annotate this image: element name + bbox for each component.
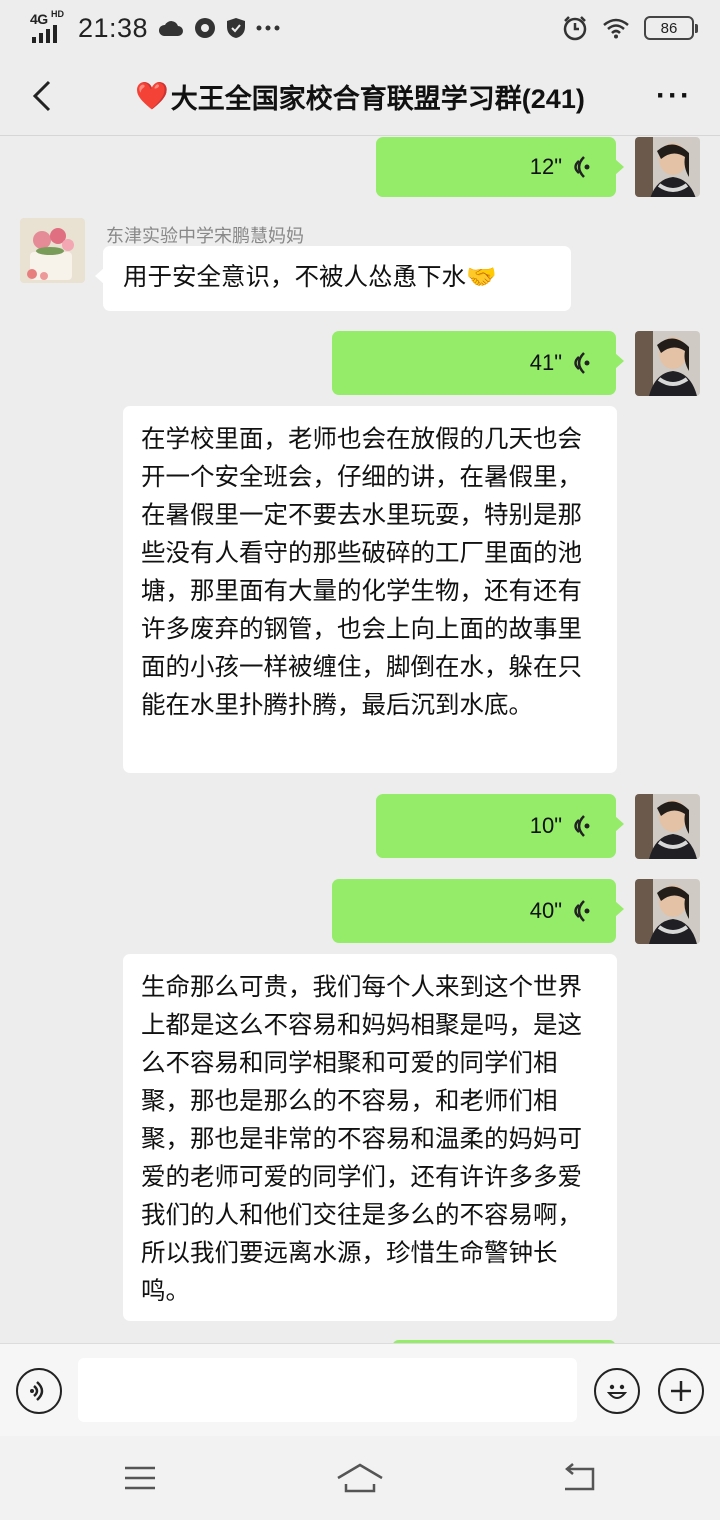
emoji-button[interactable] xyxy=(594,1368,640,1414)
text-message-bubble[interactable]: 用于安全意识，不被人怂恿下水🤝 xyxy=(95,246,571,311)
recent-apps-button[interactable] xyxy=(116,1456,164,1500)
more-functions-button[interactable] xyxy=(658,1368,704,1414)
back-button[interactable] xyxy=(18,72,66,120)
heart-emoji: ❤️ xyxy=(135,81,169,111)
chevron-left-icon xyxy=(32,80,51,112)
voice-duration: 40" xyxy=(529,898,562,923)
voice-input-icon xyxy=(30,1381,44,1401)
back-icon xyxy=(565,1463,595,1491)
home-icon xyxy=(337,1463,383,1493)
message-list[interactable]: 12" 东津实验中学宋鹏慧妈妈 用于安全意识，不被人怂恿下水🤝 41" 在学校里… xyxy=(0,137,720,1343)
message-text: 用于安全意识，不被人怂恿下水 xyxy=(123,264,466,291)
battery-indicator: 86 xyxy=(644,16,698,40)
chat-title-text: 大王全国家校合育联盟学习群(241) xyxy=(170,83,585,114)
network-hd: HD xyxy=(51,9,64,19)
self-avatar[interactable] xyxy=(635,879,700,944)
chat-title: ❤️ 大王全国家校合育联盟学习群(241) xyxy=(90,56,630,136)
input-bar xyxy=(0,1343,720,1436)
voice-duration: 12" xyxy=(529,154,562,179)
voice-wave-icon xyxy=(574,156,590,178)
menu-icon xyxy=(125,1466,155,1490)
voice-wave-icon xyxy=(574,900,590,922)
self-avatar[interactable] xyxy=(635,794,700,859)
message-text: 在学校里面，老师也会在放假的几天也会开一个安全班会，仔细的讲，在暑假里，在暑假里… xyxy=(141,426,582,719)
voice-message-bubble[interactable]: 10" xyxy=(376,794,624,858)
voice-wave-icon xyxy=(574,815,590,837)
sender-name: 东津实验中学宋鹏慧妈妈 xyxy=(106,226,304,246)
sender-avatar[interactable] xyxy=(20,218,85,283)
vpn-icon xyxy=(195,18,216,38)
text-message-bubble[interactable]: 在学校里面，老师也会在放假的几天也会开一个安全班会，仔细的讲，在暑假里，在暑假里… xyxy=(123,406,617,773)
self-avatar[interactable] xyxy=(635,137,700,197)
status-bar: 4G HD 21:38 86 xyxy=(0,0,720,56)
voice-duration: 10" xyxy=(529,813,562,838)
chat-header: ❤️ 大王全国家校合育联盟学习群(241) ··· xyxy=(0,56,720,136)
alarm-icon xyxy=(563,16,587,41)
plus-icon xyxy=(671,1381,691,1401)
message-text: 生命那么可贵，我们每个人来到这个世界上都是这么不容易和妈妈相聚是吗，是这么不容易… xyxy=(141,974,582,1305)
wifi-icon xyxy=(603,18,629,39)
text-message-bubble[interactable]: 生命那么可贵，我们每个人来到这个世界上都是这么不容易和妈妈相聚是吗，是这么不容易… xyxy=(123,954,617,1321)
signal-icon: 4G HD xyxy=(30,9,68,43)
handshake-emoji: 🤝 xyxy=(466,264,497,291)
system-nav-bar xyxy=(0,1436,720,1520)
emoji-icon xyxy=(606,1384,628,1399)
clock: 21:38 xyxy=(78,12,149,43)
cloud-icon xyxy=(159,21,184,36)
voice-message-bubble[interactable]: 41" xyxy=(332,331,624,395)
battery-level: 86 xyxy=(660,19,678,37)
voice-message-bubble[interactable]: 12" xyxy=(376,137,624,197)
more-options-button[interactable]: ··· xyxy=(650,72,698,120)
home-button[interactable] xyxy=(334,1456,386,1500)
voice-duration: 41" xyxy=(529,350,562,375)
self-avatar[interactable] xyxy=(635,331,700,396)
voice-wave-icon xyxy=(574,352,590,374)
chat-screen: 4G HD 21:38 86 ❤️ 大王全国家校合育联盟学习群(241) ··· xyxy=(0,0,720,1520)
voice-input-button[interactable] xyxy=(16,1368,62,1414)
more-dots-icon xyxy=(256,25,280,31)
back-nav-button[interactable] xyxy=(555,1456,603,1500)
voice-message-bubble[interactable]: 40" xyxy=(332,879,624,943)
shield-icon xyxy=(227,18,246,38)
message-input[interactable] xyxy=(78,1358,577,1422)
